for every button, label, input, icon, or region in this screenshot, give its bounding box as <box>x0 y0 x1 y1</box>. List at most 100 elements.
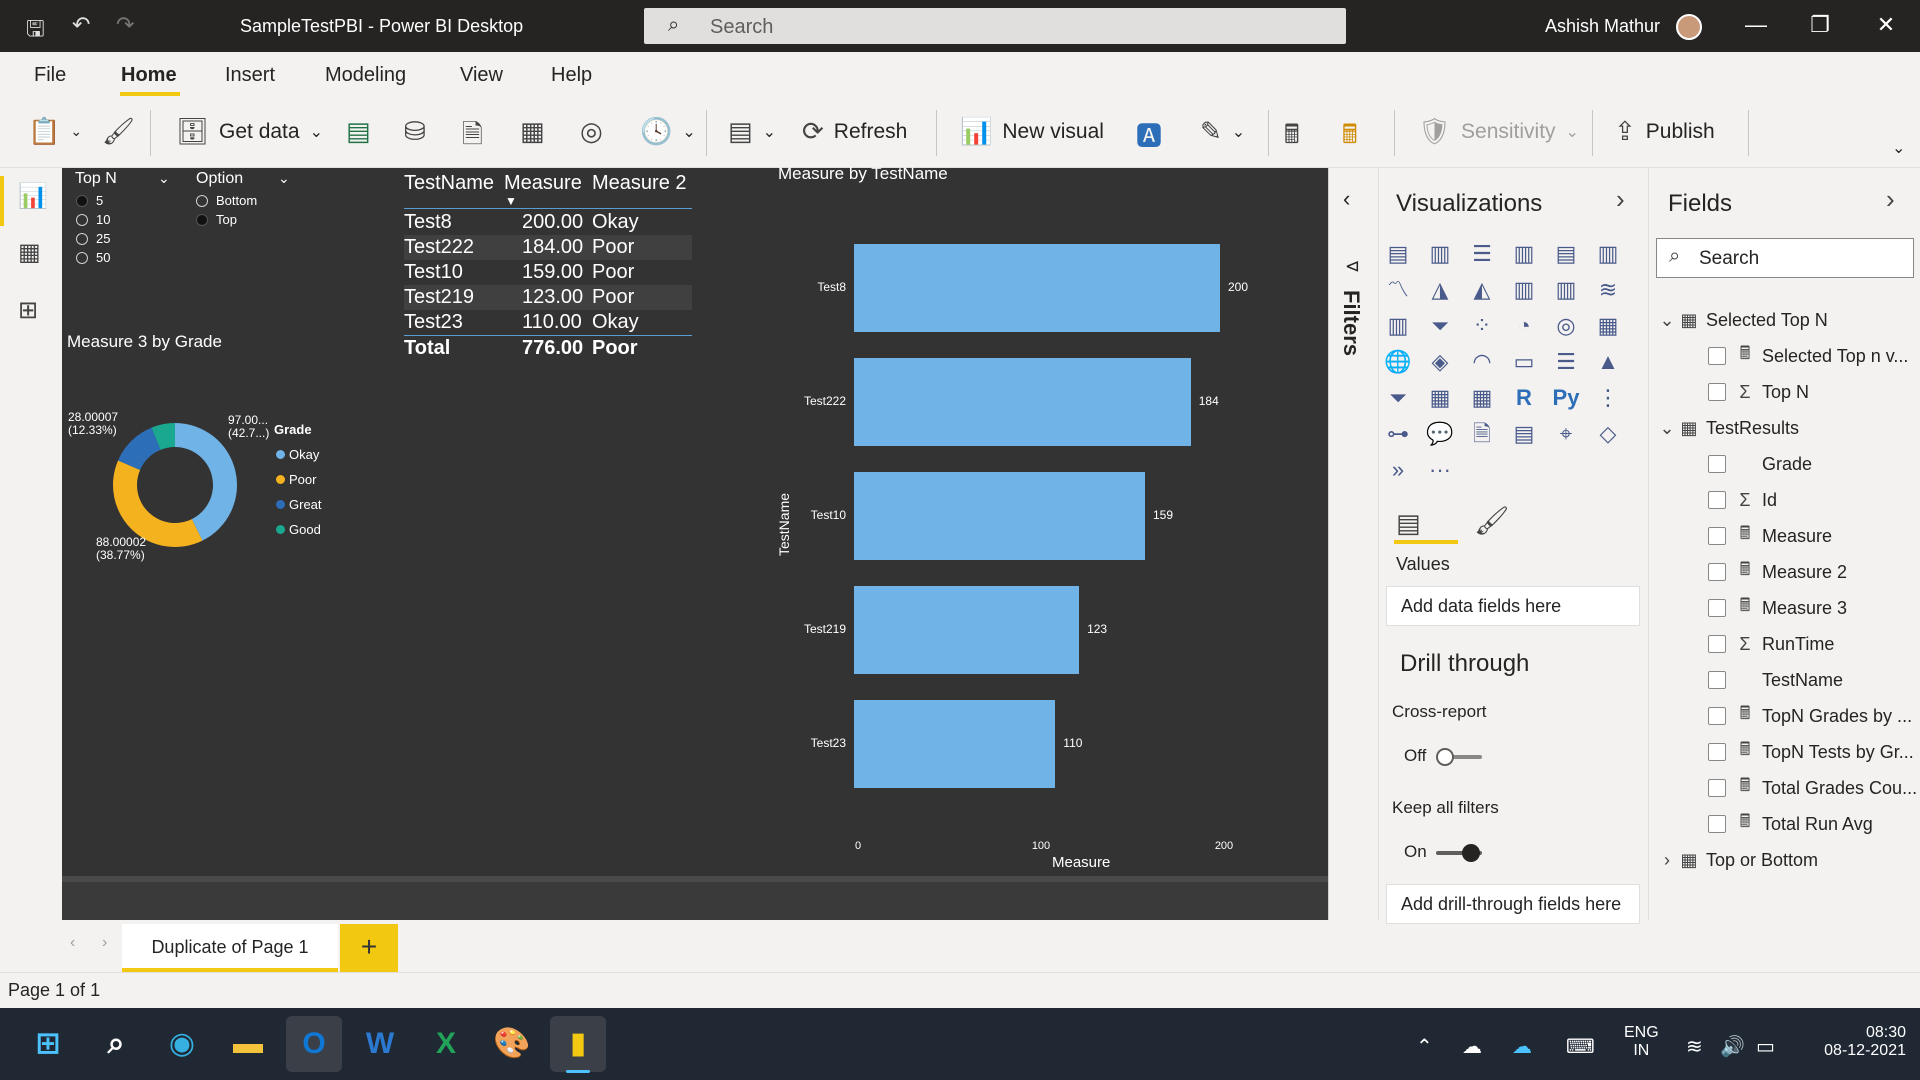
treemap-icon[interactable]: ▦ <box>1594 312 1622 340</box>
area-chart-icon[interactable]: ◮ <box>1426 276 1454 304</box>
paste-button[interactable]: 📋 ⌄ <box>28 116 82 147</box>
fields-well-icon[interactable]: ▤ <box>1396 508 1421 539</box>
field-checkbox[interactable] <box>1708 527 1726 545</box>
new-visual-button[interactable]: 📊 New visual <box>960 116 1104 147</box>
clustered-column-chart-icon[interactable]: ▥ <box>1510 240 1538 268</box>
legend-item-poor[interactable]: Poor <box>276 467 322 492</box>
table-row[interactable]: Test23 110.00 Okay <box>404 310 692 335</box>
refresh-button[interactable]: ⟳ Refresh <box>802 116 907 147</box>
table-row[interactable]: Test8 200.00 Okay <box>404 210 692 235</box>
map-icon[interactable]: 🌐 <box>1384 348 1412 376</box>
excel-button[interactable]: ▤ <box>346 116 371 147</box>
stacked-bar-chart-icon[interactable]: ▤ <box>1384 240 1412 268</box>
legend-item-great[interactable]: Great <box>276 492 322 517</box>
field-table-top-or-bottom[interactable]: › ▦ Top or Bottom <box>1656 842 1818 878</box>
dataverse-button[interactable]: ◎ <box>580 116 603 147</box>
report-view-icon[interactable]: 📊 <box>18 182 48 211</box>
battery-icon[interactable]: ▭ <box>1756 1034 1775 1059</box>
scatter-chart-icon[interactable]: ⁘ <box>1468 312 1496 340</box>
r-visual-icon[interactable]: R <box>1510 384 1538 412</box>
field-checkbox[interactable] <box>1708 671 1726 689</box>
minimize-icon[interactable]: — <box>1736 12 1776 38</box>
table-header-measure[interactable]: Measure <box>504 172 582 195</box>
slicer-option-bottom[interactable]: Bottom <box>196 193 257 208</box>
menu-home[interactable]: Home <box>121 64 177 87</box>
outlook-icon[interactable]: O <box>286 1016 342 1072</box>
smart-narrative-icon[interactable]: 🗎 <box>1468 420 1496 448</box>
add-drill-through-fields-well[interactable]: Add drill-through fields here <box>1386 884 1640 924</box>
field-item[interactable]: 🖩 Measure <box>1708 518 1832 554</box>
slicer-option[interactable]: Option <box>196 170 243 188</box>
dataset-button[interactable]: ⛁ <box>404 116 426 147</box>
word-icon[interactable]: W <box>352 1016 408 1072</box>
save-icon[interactable]: 🖫 <box>26 12 45 50</box>
menu-modeling[interactable]: Modeling <box>325 64 406 87</box>
filled-map-icon[interactable]: ◈ <box>1426 348 1454 376</box>
slicer-option-5[interactable]: 5 <box>76 193 103 208</box>
power-bi-icon[interactable]: ▮ <box>550 1016 606 1072</box>
ribbon-chart-icon[interactable]: ≋ <box>1594 276 1622 304</box>
field-checkbox[interactable] <box>1708 815 1726 833</box>
chevron-down-icon[interactable]: ⌄ <box>1656 418 1678 439</box>
matrix-icon[interactable]: ▦ <box>1468 384 1496 412</box>
slicer-option-50[interactable]: 50 <box>76 250 110 265</box>
bar-test10[interactable] <box>854 472 1145 560</box>
100-column-chart-icon[interactable]: ▥ <box>1594 240 1622 268</box>
restore-icon[interactable]: ❐ <box>1800 12 1840 38</box>
paginated-report-icon[interactable]: ▤ <box>1510 420 1538 448</box>
line-chart-icon[interactable]: 〽 <box>1384 276 1412 304</box>
stacked-column-chart-icon[interactable]: ▥ <box>1426 240 1454 268</box>
excel-icon[interactable]: X <box>418 1016 474 1072</box>
data-view-icon[interactable]: ▦ <box>18 238 41 267</box>
field-checkbox[interactable] <box>1708 743 1726 761</box>
more-visuals-icon[interactable]: ··· <box>1426 456 1454 484</box>
chevron-left-icon[interactable]: ‹ <box>70 934 75 952</box>
field-checkbox[interactable] <box>1708 599 1726 617</box>
filters-pane-collapsed[interactable]: ‹ ⊲ <box>1328 168 1378 920</box>
field-checkbox[interactable] <box>1708 491 1726 509</box>
field-checkbox[interactable] <box>1708 779 1726 797</box>
more-visuals-button[interactable]: ✎ ⌄ <box>1200 116 1245 147</box>
volume-icon[interactable]: 🔊 <box>1720 1034 1745 1059</box>
menu-file[interactable]: File <box>34 64 66 87</box>
search-icon[interactable]: ⌕ <box>88 1016 144 1072</box>
field-item[interactable]: 🖩 Total Grades Cou... <box>1708 770 1917 806</box>
keyboard-icon[interactable]: ⌨ <box>1566 1034 1595 1059</box>
publish-button[interactable]: ⇪ Publish <box>1614 116 1715 147</box>
sensitivity-button[interactable]: 🛡 Sensitivity ⌄ <box>1418 116 1579 147</box>
table-row[interactable]: Test219 123.00 Poor <box>404 285 692 310</box>
power-apps-icon[interactable]: ◇ <box>1594 420 1622 448</box>
enter-data-button[interactable]: ▦ <box>520 116 545 147</box>
field-item[interactable]: TestName <box>1708 662 1843 698</box>
qa-icon[interactable]: 💬 <box>1426 420 1454 448</box>
page-tab-duplicate-of-page-1[interactable]: Duplicate of Page 1 <box>122 924 338 972</box>
chevron-up-icon[interactable]: ⌃ <box>1416 1034 1433 1059</box>
avatar[interactable] <box>1676 14 1702 40</box>
chevron-down-icon[interactable]: ⌄ <box>1656 310 1678 331</box>
chevron-down-icon[interactable]: ⌄ <box>158 170 170 187</box>
fields-search-input[interactable]: ⌕ Search <box>1656 238 1914 278</box>
slicer-option-top[interactable]: Top <box>196 212 237 227</box>
sql-button[interactable]: 🗎 <box>462 116 483 160</box>
field-checkbox[interactable] <box>1708 563 1726 581</box>
legend-item-okay[interactable]: Okay <box>276 442 322 467</box>
new-measure-button[interactable]: 🖩 <box>1284 116 1300 160</box>
stacked-area-chart-icon[interactable]: ◭ <box>1468 276 1496 304</box>
field-item[interactable]: Grade <box>1708 446 1812 482</box>
slicer-option-25[interactable]: 25 <box>76 231 110 246</box>
field-item[interactable]: 🖩 Total Run Avg <box>1708 806 1873 842</box>
gauge-icon[interactable]: ◠ <box>1468 348 1496 376</box>
close-icon[interactable]: ✕ <box>1866 12 1906 38</box>
clustered-bar-chart-icon[interactable]: ☰ <box>1468 240 1496 268</box>
field-item[interactable]: 🖩 TopN Tests by Gr... <box>1708 734 1914 770</box>
quick-measure-button[interactable]: 🖩 <box>1342 116 1358 160</box>
cross-report-toggle[interactable] <box>1436 748 1482 766</box>
table-visual[interactable]: TestName Measure ▼ Measure 2 Test8 200.0… <box>404 170 694 370</box>
clock[interactable]: 08:30 08-12-2021 <box>1806 1024 1906 1060</box>
wifi-icon[interactable]: ≋ <box>1686 1034 1703 1059</box>
slicer-option-10[interactable]: 10 <box>76 212 110 227</box>
menu-insert[interactable]: Insert <box>225 64 275 87</box>
field-table-testresults[interactable]: ⌄ ▦ TestResults <box>1656 410 1799 446</box>
funnel-chart-icon[interactable]: ⏷ <box>1426 312 1454 340</box>
bar-test222[interactable] <box>854 358 1191 446</box>
